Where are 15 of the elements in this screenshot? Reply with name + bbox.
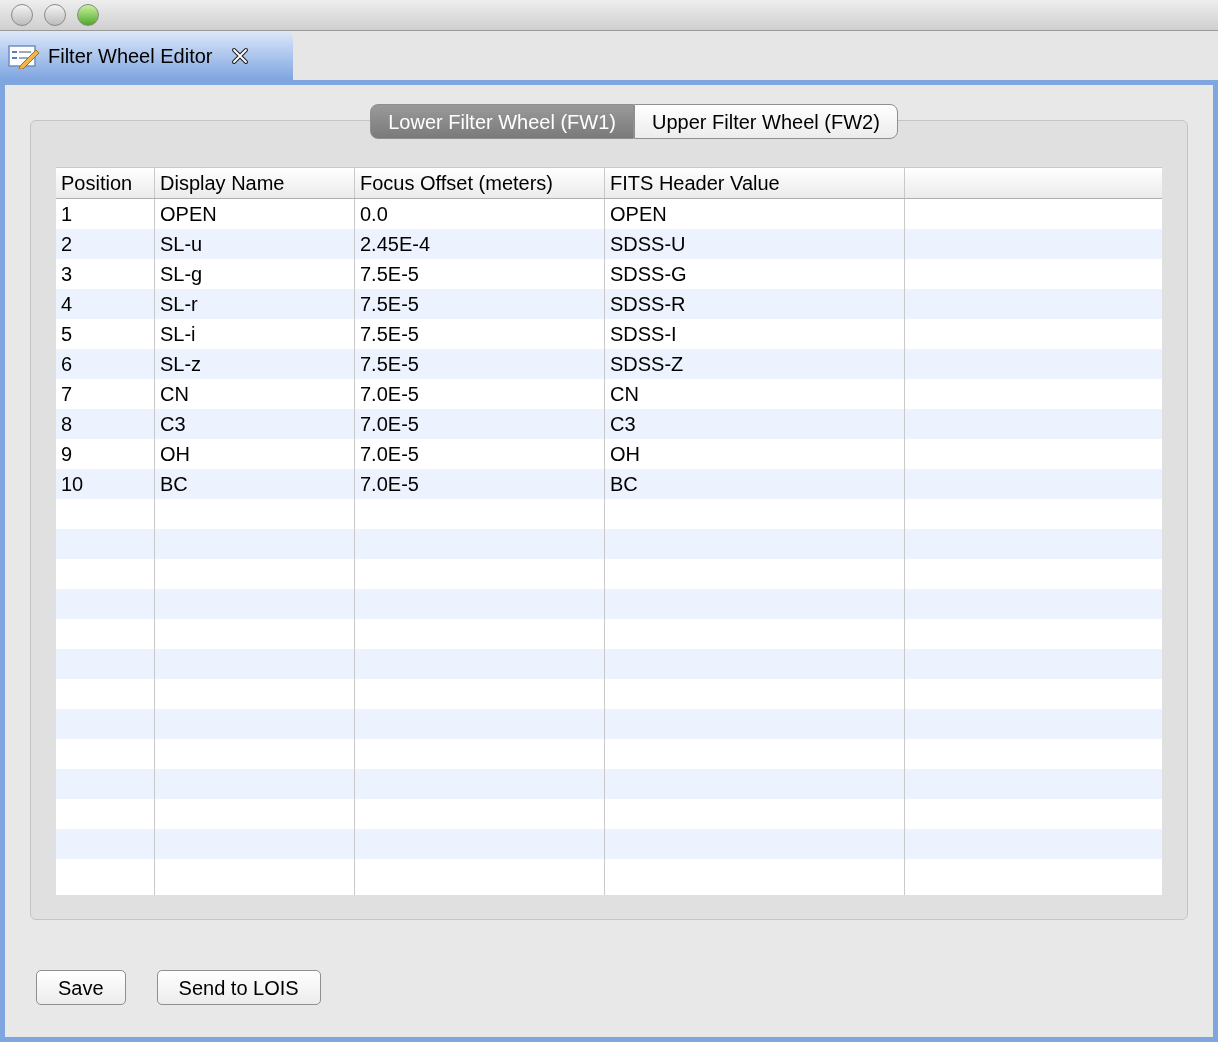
editor-tab[interactable]: Filter Wheel Editor xyxy=(0,32,293,80)
window-control-icon[interactable] xyxy=(11,4,33,26)
pencil-form-icon xyxy=(8,43,40,69)
column-header[interactable]: Focus Offset (meters) xyxy=(355,168,605,198)
window-control-icon[interactable] xyxy=(44,4,66,26)
send-button[interactable]: Send to LOIS xyxy=(156,970,321,1005)
close-icon[interactable] xyxy=(230,47,249,65)
column-header[interactable]: Position xyxy=(56,168,155,198)
save-button[interactable]: Save xyxy=(36,970,126,1005)
wheel-tab[interactable]: Lower Filter Wheel (FW1) xyxy=(370,104,634,139)
column-header[interactable]: Display Name xyxy=(155,168,355,198)
tab-title: Filter Wheel Editor xyxy=(48,44,213,69)
wheel-tab[interactable]: Upper Filter Wheel (FW2) xyxy=(634,104,898,139)
window-control-icon[interactable] xyxy=(77,4,99,26)
column-header[interactable]: FITS Header Value xyxy=(605,168,905,198)
